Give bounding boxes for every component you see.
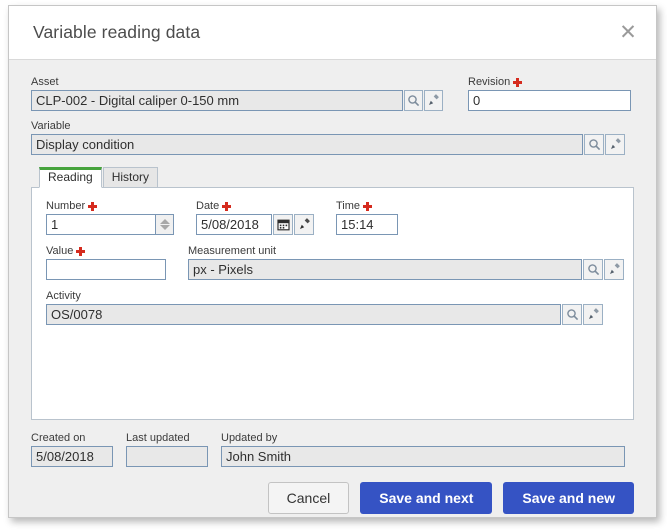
time-field-group: Time — [336, 200, 398, 235]
time-label-text: Time — [336, 200, 361, 212]
value-field-group: Value — [46, 245, 166, 280]
caret-up-icon[interactable] — [159, 219, 170, 224]
close-icon[interactable]: ✕ — [614, 19, 642, 47]
asset-field-group: Asset — [31, 76, 443, 111]
measurement-unit-input[interactable] — [188, 259, 582, 280]
variable-input-row — [31, 134, 634, 155]
number-field-group: Number — [46, 200, 174, 235]
variable-reading-data-dialog: Variable reading data ✕ Asset CLP-002 - … — [8, 5, 657, 518]
measurement-unit-clear-brush-icon[interactable] — [604, 259, 624, 280]
asset-input[interactable] — [31, 90, 403, 111]
value-label-text: Value — [46, 245, 74, 257]
number-spinner[interactable] — [156, 214, 174, 235]
tabstrip: Reading History — [31, 167, 634, 188]
value-label: Value — [46, 245, 166, 257]
variable-label: Variable — [31, 120, 634, 132]
required-marker-icon — [88, 201, 98, 211]
activity-label-text: Activity — [46, 290, 81, 302]
activity-input[interactable] — [46, 304, 561, 325]
last-updated-label: Last updated — [126, 432, 190, 444]
variable-field-group: Variable — [31, 120, 634, 155]
caret-down-icon[interactable] — [159, 225, 170, 230]
asset-label: Asset — [31, 76, 443, 88]
date-label-text: Date — [196, 200, 220, 212]
save-and-new-button[interactable]: Save and new — [503, 482, 634, 514]
asset-input-row — [31, 90, 443, 111]
created-on-label: Created on — [31, 432, 86, 444]
created-on-input[interactable] — [31, 446, 113, 467]
variable-clear-brush-icon[interactable] — [605, 134, 625, 155]
dialog-footer: Cancel Save and next Save and new — [9, 467, 656, 529]
meta-row: Created on Last updated Updated by — [31, 432, 634, 467]
measurement-unit-label: Measurement unit — [188, 245, 624, 257]
activity-clear-brush-icon[interactable] — [583, 304, 603, 325]
cancel-button[interactable]: Cancel — [267, 482, 350, 514]
date-label: Date — [196, 200, 314, 212]
tabs-container: Reading History Number 1 Date 5/08/2018 … — [31, 167, 634, 420]
created-on-field-group: Created on — [31, 432, 113, 467]
measurement-unit-field-group: Measurement unit — [188, 245, 624, 280]
updated-by-label: Updated by — [221, 432, 278, 444]
measurement-unit-label-text: Measurement unit — [188, 245, 277, 257]
updated-by-field-group: Updated by — [221, 432, 625, 467]
variable-search-icon[interactable] — [584, 134, 604, 155]
time-label: Time — [336, 200, 398, 212]
activity-input-row — [46, 304, 619, 325]
date-clear-brush-icon[interactable] — [294, 214, 314, 235]
tab-panel-reading: Number Date — [31, 188, 634, 420]
last-updated-input[interactable] — [126, 446, 208, 467]
activity-label: Activity — [46, 290, 619, 302]
updated-by-input[interactable] — [221, 446, 625, 467]
date-input-row — [196, 214, 314, 235]
required-marker-icon — [513, 77, 523, 87]
measurement-unit-search-icon[interactable] — [583, 259, 603, 280]
tab-history[interactable]: History — [102, 167, 159, 187]
dialog-body: Asset CLP-002 - Digital caliper 0-150 mm… — [9, 60, 656, 467]
dialog-title: Variable reading data — [33, 22, 201, 42]
activity-search-icon[interactable] — [562, 304, 582, 325]
asset-revision-row: Asset CLP-002 - Digital caliper 0-150 mm… — [31, 76, 634, 111]
revision-field-group: Revision — [468, 76, 633, 111]
revision-label-text: Revision — [468, 76, 511, 88]
number-date-time-row: Number Date — [46, 200, 619, 235]
number-input-row — [46, 214, 174, 235]
number-input[interactable] — [46, 214, 156, 235]
tab-reading[interactable]: Reading — [39, 167, 102, 188]
asset-clear-brush-icon[interactable] — [423, 90, 443, 111]
required-marker-icon — [222, 201, 232, 211]
save-and-next-button[interactable]: Save and next — [360, 482, 493, 514]
revision-label: Revision — [468, 76, 633, 88]
value-unit-row: Value Measurement unit — [46, 245, 624, 280]
variable-label-text: Variable — [31, 120, 71, 132]
value-input[interactable] — [46, 259, 166, 280]
activity-field-group: Activity — [46, 290, 619, 325]
required-marker-icon — [363, 201, 373, 211]
measurement-unit-input-row — [188, 259, 624, 280]
variable-input[interactable] — [31, 134, 583, 155]
number-label-text: Number — [46, 200, 86, 212]
dialog-header: Variable reading data ✕ — [9, 6, 656, 60]
revision-input[interactable] — [468, 90, 631, 111]
asset-search-icon[interactable] — [403, 90, 423, 111]
last-updated-field-group: Last updated — [126, 432, 208, 467]
time-input[interactable] — [336, 214, 398, 235]
asset-label-text: Asset — [31, 76, 59, 88]
date-input[interactable] — [196, 214, 272, 235]
required-marker-icon — [76, 246, 86, 256]
date-field-group: Date — [196, 200, 314, 235]
number-label: Number — [46, 200, 174, 212]
date-calendar-icon[interactable] — [273, 214, 293, 235]
